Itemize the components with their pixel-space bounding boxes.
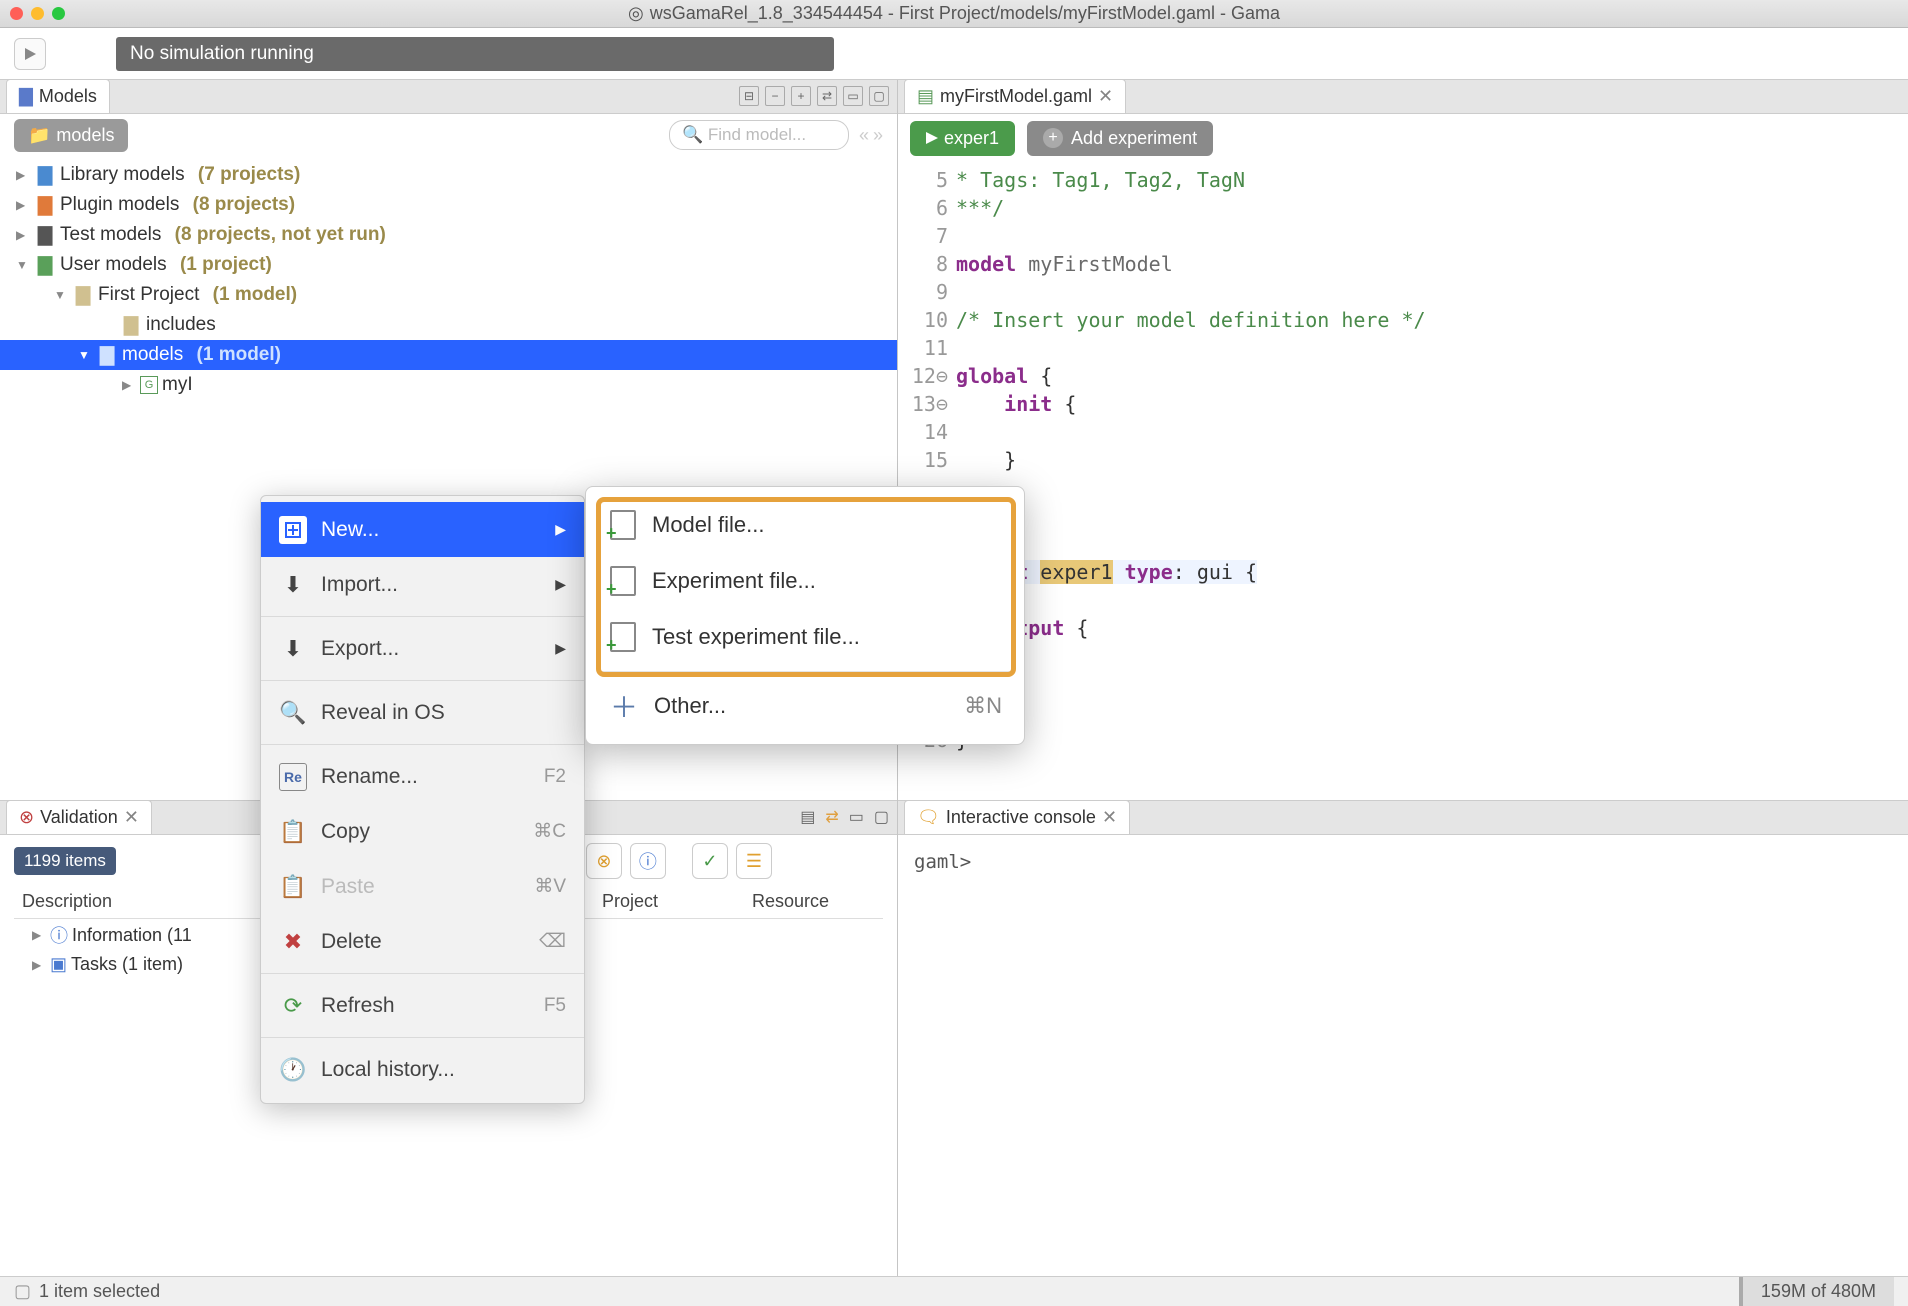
close-tab-icon[interactable]: ✕ bbox=[1102, 807, 1117, 828]
minimize-window-button[interactable] bbox=[31, 7, 44, 20]
menu-item-rename[interactable]: Re Rename... F2 bbox=[261, 749, 584, 804]
menu-item-paste: 📋 Paste ⌘V bbox=[261, 859, 584, 914]
delete-icon: ✖ bbox=[279, 928, 307, 956]
simulation-status: No simulation running bbox=[116, 37, 834, 71]
error-icon: ⊗ bbox=[19, 807, 34, 828]
close-tab-icon[interactable]: ✕ bbox=[1098, 86, 1113, 107]
editor-panel: ▤ myFirstModel.gaml ✕ exper1 + Add exper… bbox=[898, 80, 1908, 800]
tab-editor[interactable]: ▤ myFirstModel.gaml ✕ bbox=[904, 80, 1126, 113]
menu-item-refresh[interactable]: ⟳ Refresh F5 bbox=[261, 978, 584, 1033]
submenu-arrow-icon: ▶ bbox=[555, 576, 566, 593]
reveal-icon: 🔍 bbox=[279, 699, 307, 727]
titlebar: ◎ wsGamaRel_1.8_334544454 - First Projec… bbox=[0, 0, 1908, 28]
minus-icon[interactable]: − bbox=[765, 86, 785, 106]
tree-plugin-models[interactable]: ▶▇ Plugin models (8 projects) bbox=[0, 190, 897, 220]
min-icon[interactable]: ▭ bbox=[843, 86, 863, 106]
tab-console[interactable]: 🗨 Interactive console ✕ bbox=[904, 800, 1130, 834]
sync-icon[interactable]: ⇄ bbox=[825, 807, 838, 827]
statusbar: ▢ 1 item selected 159M of 480M bbox=[0, 1276, 1908, 1306]
list-toggle[interactable]: ☰ bbox=[736, 843, 772, 879]
copy-icon: 📋 bbox=[279, 818, 307, 846]
submenu-other[interactable]: ＋ Other... ⌘N bbox=[586, 678, 1024, 734]
plus-icon: ＋ bbox=[610, 686, 638, 726]
models-folder-button[interactable]: 📁 models bbox=[14, 119, 128, 152]
run-experiment-button[interactable]: exper1 bbox=[910, 121, 1015, 156]
new-icon bbox=[279, 516, 307, 544]
max-icon[interactable]: ▢ bbox=[869, 86, 889, 106]
menu-item-copy[interactable]: 📋 Copy ⌘C bbox=[261, 804, 584, 859]
plus-icon[interactable]: + bbox=[791, 86, 811, 106]
console-panel: 🗨 Interactive console ✕ gaml> bbox=[898, 800, 1908, 1276]
main-toolbar: No simulation running bbox=[0, 28, 1908, 80]
memory-status: 159M of 480M bbox=[1739, 1277, 1894, 1306]
export-icon: ⬇ bbox=[279, 635, 307, 663]
paste-icon: 📋 bbox=[279, 873, 307, 901]
submenu-test-file[interactable]: Test experiment file... bbox=[586, 609, 1024, 665]
model-tree: ▶▇ Library models (7 projects) ▶▇ Plugin… bbox=[0, 156, 897, 404]
folder-icon: ▇ bbox=[19, 86, 33, 107]
warning-toggle[interactable]: ⊗ bbox=[586, 843, 622, 879]
app-icon: ◎ bbox=[628, 3, 644, 24]
close-tab-icon[interactable]: ✕ bbox=[124, 807, 139, 828]
info-icon: ⓘ bbox=[50, 922, 68, 948]
file-icon bbox=[610, 566, 636, 596]
items-count-badge: 1199 items bbox=[14, 847, 116, 875]
tree-test-models[interactable]: ▶▇ Test models (8 projects, not yet run) bbox=[0, 220, 897, 250]
file-icon bbox=[610, 510, 636, 540]
file-icon bbox=[610, 622, 636, 652]
menu-item-history[interactable]: 🕐 Local history... bbox=[261, 1042, 584, 1097]
play-icon bbox=[23, 47, 37, 61]
tab-validation[interactable]: ⊗ Validation ✕ bbox=[6, 800, 152, 834]
folder-icon: 📁 bbox=[28, 125, 50, 146]
task-icon: ▣ bbox=[50, 954, 67, 975]
submenu-experiment-file[interactable]: Experiment file... bbox=[586, 553, 1024, 609]
link-icon[interactable]: ⇄ bbox=[817, 86, 837, 106]
menu-item-new[interactable]: New... ▶ bbox=[261, 502, 584, 557]
plus-icon: + bbox=[1043, 128, 1063, 148]
run-simulation-button[interactable] bbox=[14, 38, 46, 70]
refresh-icon: ⟳ bbox=[279, 992, 307, 1020]
close-window-button[interactable] bbox=[10, 7, 23, 20]
code-editor[interactable]: 56789101112⊖13⊖14152022242526 * Tags: Ta… bbox=[898, 162, 1908, 800]
filter-icon[interactable]: ▤ bbox=[800, 807, 815, 827]
menu-item-import[interactable]: ⬇ Import... ▶ bbox=[261, 557, 584, 612]
rename-icon: Re bbox=[279, 763, 307, 791]
nav-back-icon[interactable]: « bbox=[859, 125, 869, 146]
menu-item-delete[interactable]: ✖ Delete ⌫ bbox=[261, 914, 584, 969]
tree-model-file[interactable]: ▶G myI bbox=[0, 370, 897, 400]
min-icon[interactable]: ▭ bbox=[849, 807, 864, 827]
play-icon bbox=[926, 132, 938, 144]
menu-item-export[interactable]: ⬇ Export... ▶ bbox=[261, 621, 584, 676]
submenu-arrow-icon: ▶ bbox=[555, 640, 566, 657]
search-input[interactable]: 🔍 Find model... bbox=[669, 120, 849, 150]
delete-key-icon: ⌫ bbox=[539, 930, 566, 953]
tree-user-models[interactable]: ▼▇ User models (1 project) bbox=[0, 250, 897, 280]
history-icon: 🕐 bbox=[279, 1056, 307, 1084]
selection-status: 1 item selected bbox=[39, 1281, 160, 1302]
context-menu: New... ▶ ⬇ Import... ▶ ⬇ Export... ▶ 🔍 R… bbox=[260, 495, 585, 1104]
nav-fwd-icon[interactable]: » bbox=[873, 125, 883, 146]
tree-library-models[interactable]: ▶▇ Library models (7 projects) bbox=[0, 160, 897, 190]
new-submenu: Model file... Experiment file... Test ex… bbox=[585, 486, 1025, 745]
collapse-icon[interactable]: ⊟ bbox=[739, 86, 759, 106]
menu-item-reveal[interactable]: 🔍 Reveal in OS bbox=[261, 685, 584, 740]
max-icon[interactable]: ▢ bbox=[874, 807, 889, 827]
submenu-model-file[interactable]: Model file... bbox=[586, 497, 1024, 553]
info-toggle[interactable]: ⓘ bbox=[630, 843, 666, 879]
tree-first-project[interactable]: ▼▇ First Project (1 model) bbox=[0, 280, 897, 310]
console-icon: 🗨 bbox=[917, 807, 940, 828]
window-title: ◎ wsGamaRel_1.8_334544454 - First Projec… bbox=[628, 3, 1280, 24]
tree-includes[interactable]: ▇ includes bbox=[0, 310, 897, 340]
tab-models[interactable]: ▇ Models bbox=[6, 80, 110, 113]
check-toggle[interactable]: ✓ bbox=[692, 843, 728, 879]
add-experiment-button[interactable]: + Add experiment bbox=[1027, 121, 1213, 156]
submenu-arrow-icon: ▶ bbox=[555, 521, 566, 538]
maximize-window-button[interactable] bbox=[52, 7, 65, 20]
folder-icon: ▢ bbox=[14, 1281, 31, 1302]
gaml-file-icon: ▤ bbox=[917, 86, 934, 107]
import-icon: ⬇ bbox=[279, 571, 307, 599]
tree-models-folder[interactable]: ▼▇ models (1 model) bbox=[0, 340, 897, 370]
console-output[interactable]: gaml> bbox=[898, 835, 1908, 889]
